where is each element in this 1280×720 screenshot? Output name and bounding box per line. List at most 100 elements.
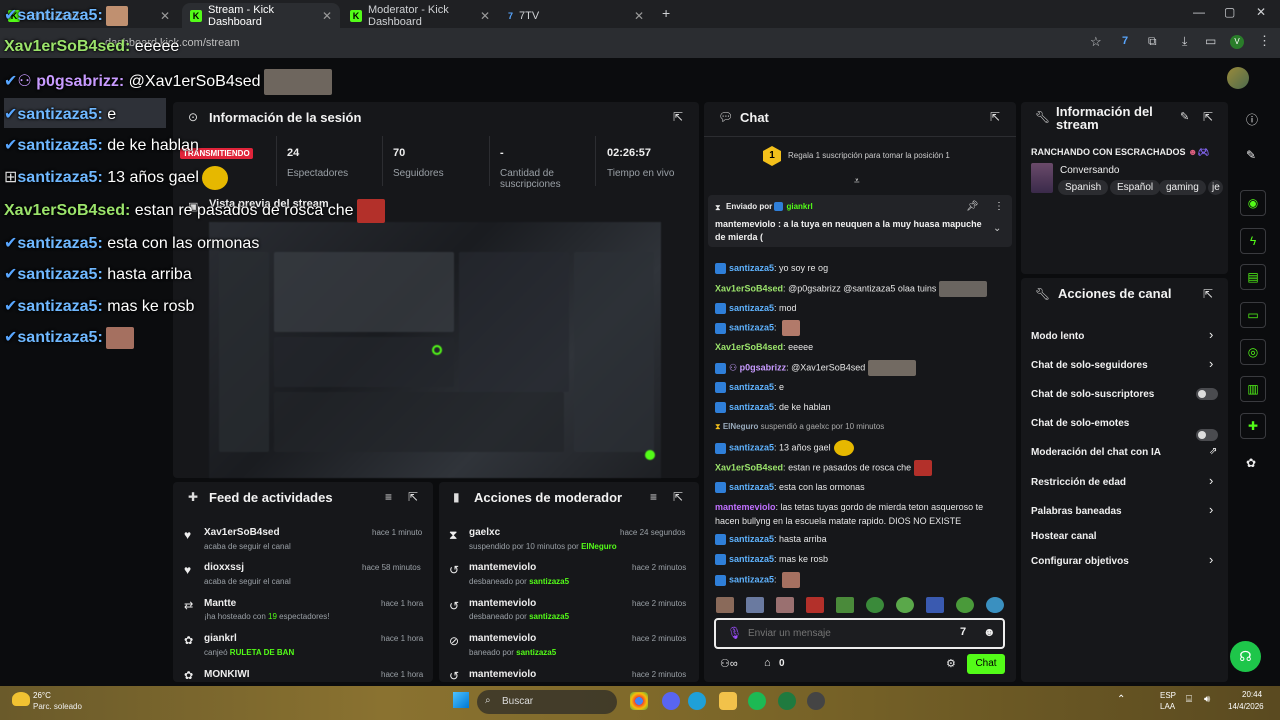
weather-icon[interactable] <box>12 692 30 706</box>
minimize-button[interactable]: — <box>1193 5 1205 19</box>
activity-name[interactable]: MONKIWI <box>204 669 250 680</box>
clock-time[interactable]: 20:44 <box>1242 690 1262 699</box>
network-icon[interactable]: ⌸ <box>1186 694 1192 705</box>
download-icon[interactable]: ⤓ <box>1182 34 1187 49</box>
more-icon[interactable]: ⋮ <box>994 201 1004 212</box>
category-thumbnail[interactable] <box>1031 163 1053 193</box>
mod-action-name[interactable]: mantemeviolo <box>469 562 536 573</box>
tools-icon[interactable]: ✚ <box>1240 413 1266 439</box>
lightning-icon[interactable]: ϟ <box>1240 228 1266 254</box>
chat-message[interactable]: santizaza5: mas ke rosb <box>715 552 828 566</box>
send-chat-button[interactable]: Chat <box>967 654 1005 674</box>
settings-gear-icon[interactable]: ⚙ <box>946 657 956 670</box>
emoji-icon[interactable]: ☻ <box>983 625 996 639</box>
close-window-button[interactable]: ✕ <box>1256 5 1266 19</box>
7tv-emote-icon[interactable]: 7 <box>960 626 966 638</box>
ai-moderation-label[interactable]: Moderación del chat con IA <box>1031 447 1161 458</box>
emote-only-label[interactable]: Chat de solo-emotes <box>1031 418 1129 429</box>
menu-icon[interactable]: ⋮ <box>1258 33 1271 49</box>
followers-only-label[interactable]: Chat de solo-seguidores <box>1031 360 1148 371</box>
chevron-right-icon[interactable]: › <box>1209 356 1213 371</box>
mod-shield-icon[interactable]: ▥ <box>1240 376 1266 402</box>
popout-icon[interactable]: ⇱ <box>990 110 1000 124</box>
chevron-right-icon[interactable]: › <box>1209 502 1213 517</box>
taskbar-search[interactable]: Buscar <box>477 690 617 714</box>
file-explorer-icon[interactable] <box>719 692 737 710</box>
activity-name[interactable]: giankrl <box>204 633 237 644</box>
emote-image[interactable] <box>956 597 974 613</box>
stream-preview[interactable] <box>209 222 661 478</box>
activity-name[interactable]: Mantte <box>204 598 236 609</box>
host-channel-label[interactable]: Hostear canal <box>1031 531 1097 542</box>
gift-icon[interactable]: ⌂ <box>764 657 771 669</box>
chat-message[interactable]: santizaza5: mod <box>715 301 797 315</box>
chrome-icon[interactable] <box>630 692 648 710</box>
close-icon[interactable]: ✕ <box>634 9 644 23</box>
chat-message[interactable]: Xav1erSoB4sed: eeeee <box>715 340 813 354</box>
chat-message[interactable]: Xav1erSoB4sed: estan re pasados de rosca… <box>715 460 933 476</box>
close-icon[interactable]: ✕ <box>322 9 332 23</box>
chevron-right-icon[interactable]: › <box>1209 327 1213 342</box>
chat-message[interactable]: Xav1erSoB4sed: @p0gsabrizz @santizaza5 o… <box>715 281 988 297</box>
obs-icon[interactable] <box>807 692 825 710</box>
users-icon[interactable]: ⚇∞ <box>720 657 738 670</box>
chat-message[interactable]: santizaza5: de ke hablan <box>715 400 831 414</box>
popout-icon[interactable]: ⇱ <box>673 110 683 124</box>
emote-image[interactable] <box>896 597 914 613</box>
subs-only-toggle[interactable] <box>1196 388 1218 400</box>
chat-message[interactable]: santizaza5: <box>715 320 801 336</box>
camera-icon[interactable]: ◉ <box>1240 190 1266 216</box>
gift-sub-text[interactable]: Regala 1 suscripción para tomar la posic… <box>788 151 950 160</box>
windows-start-icon[interactable] <box>453 692 469 708</box>
popout-icon[interactable]: ⇱ <box>1203 110 1213 124</box>
emote-image[interactable] <box>926 597 944 613</box>
add-widget-icon[interactable]: ✿ <box>1246 456 1256 470</box>
emote-only-toggle[interactable] <box>1196 429 1218 441</box>
category-name[interactable]: Conversando <box>1060 165 1119 176</box>
chevron-down-icon[interactable]: ⌄ <box>993 223 1001 234</box>
tray-chevron-icon[interactable]: ⌃ <box>1117 694 1125 705</box>
filter-icon[interactable]: ≡ <box>650 490 657 504</box>
extensions-icon[interactable]: ⧉ <box>1148 34 1157 49</box>
support-headset-icon[interactable]: ☊ <box>1230 641 1261 672</box>
chat-bubble-icon[interactable]: ▭ <box>1240 302 1266 328</box>
emote-image[interactable] <box>836 597 854 613</box>
filter-icon[interactable]: ≡ <box>385 490 392 504</box>
edit-pencil-icon[interactable]: ✎ <box>1180 110 1189 123</box>
weather-temp[interactable]: 26°C <box>33 691 51 700</box>
banned-words-label[interactable]: Palabras baneadas <box>1031 506 1122 517</box>
popout-icon[interactable]: ⇱ <box>408 490 418 504</box>
chat-message[interactable]: santizaza5: hasta arriba <box>715 532 827 546</box>
mod-action-name[interactable]: gaelxc <box>469 527 500 538</box>
mod-action-name[interactable]: mantemeviolo <box>469 633 536 644</box>
broadcast-icon[interactable]: ◎ <box>1240 339 1266 365</box>
chat-message[interactable]: santizaza5: esta con las ormonas <box>715 480 865 494</box>
emote-image[interactable] <box>986 597 1004 613</box>
chat-message[interactable]: santizaza5: <box>715 572 801 588</box>
popout-icon[interactable]: ⇱ <box>1203 287 1213 301</box>
tab-7tv[interactable]: 7 7TV ✕ <box>500 3 652 28</box>
tab-moderator-dashboard[interactable]: K Moderator - Kick Dashboard ✕ <box>342 3 498 28</box>
new-tab-button[interactable]: + <box>662 5 670 21</box>
chat-message[interactable]: santizaza5: e <box>715 380 784 394</box>
language-indicator-sub[interactable]: LAA <box>1160 702 1175 711</box>
chevron-right-icon[interactable]: › <box>1209 552 1213 567</box>
mod-action-name[interactable]: mantemeviolo <box>469 598 536 609</box>
chat-message[interactable]: mantemeviolo: las tetas tuyas gordo de m… <box>715 500 995 528</box>
edge-icon[interactable] <box>688 692 706 710</box>
maximize-button[interactable]: ▢ <box>1224 5 1235 19</box>
mod-action-name[interactable]: mantemeviolo <box>469 669 536 680</box>
user-avatar[interactable] <box>1227 67 1249 89</box>
clock-date[interactable]: 14/4/2026 <box>1228 702 1264 711</box>
collapse-icon[interactable]: ⩡ <box>854 176 860 187</box>
close-icon[interactable]: ✕ <box>160 9 170 23</box>
bookmark-star-icon[interactable]: ☆ <box>1090 34 1102 50</box>
external-link-icon[interactable]: ⇗ <box>1209 446 1217 457</box>
chevron-right-icon[interactable]: › <box>1209 473 1213 488</box>
microphone-icon[interactable]: 🎙︎ <box>727 626 742 640</box>
emote-image[interactable] <box>866 597 884 613</box>
tag[interactable]: Español <box>1110 180 1161 195</box>
tag[interactable]: je <box>1208 180 1223 195</box>
activity-name[interactable]: Xav1erSoB4sed <box>204 527 280 538</box>
volume-icon[interactable]: 🔊︎ <box>1204 694 1210 705</box>
